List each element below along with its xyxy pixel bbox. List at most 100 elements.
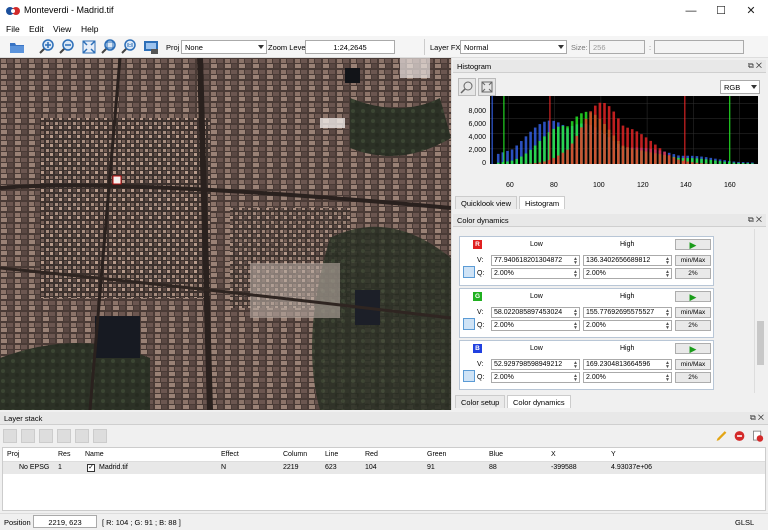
column-header[interactable]: Line	[325, 451, 338, 458]
high-quantile-field[interactable]: 2.00% ▲ ▼	[583, 372, 672, 383]
tab-histogram[interactable]: Histogram	[519, 196, 566, 209]
spin-arrows-icon[interactable]: ▲ ▼	[665, 309, 670, 318]
histogram-bar-green	[520, 156, 523, 164]
column-header[interactable]: X	[551, 451, 556, 458]
min-max-button[interactable]: min/Max	[675, 307, 711, 318]
move-down-icon[interactable]	[39, 429, 53, 443]
low-value-field[interactable]: 52.929798598949212 ▲ ▼	[491, 359, 580, 370]
menu-help[interactable]: Help	[81, 24, 98, 34]
spin-arrows-icon[interactable]: ▲ ▼	[573, 270, 578, 279]
high-value-field[interactable]: 169.2304813664596 ▲ ▼	[583, 359, 672, 370]
apply-channel-button[interactable]: ▶	[675, 343, 711, 354]
dock-controls-icon[interactable]: ⧉ ✕	[748, 215, 762, 225]
high-quantile-field[interactable]: 2.00% ▲ ▼	[583, 320, 672, 331]
remove-all-layers-icon[interactable]	[750, 428, 765, 443]
spin-arrows-icon[interactable]: ▲ ▼	[665, 322, 670, 331]
histogram-mode-select[interactable]: RGB	[720, 80, 760, 94]
column-header[interactable]: Effect	[221, 451, 239, 458]
histogram-plot[interactable]	[490, 96, 762, 164]
histogram-bar-red	[640, 134, 643, 164]
apply-check-icon[interactable]	[93, 429, 107, 443]
min-max-button[interactable]: min/Max	[675, 359, 711, 370]
link-lock-icon[interactable]	[463, 318, 475, 330]
low-quantile-field[interactable]: 2.00% ▲ ▼	[491, 320, 580, 331]
low-value-field[interactable]: 58.022085897453024 ▲ ▼	[491, 307, 580, 318]
link-lock-icon[interactable]	[463, 370, 475, 382]
zoom-full-icon[interactable]	[100, 38, 118, 56]
link-lock-icon[interactable]	[463, 266, 475, 278]
dock-controls-icon[interactable]: ⧉ ✕	[748, 61, 762, 71]
tab-color-dynamics[interactable]: Color dynamics	[507, 395, 571, 408]
color-dynamics-scrollbar[interactable]	[754, 229, 765, 393]
zoom-out-icon[interactable]	[58, 38, 76, 56]
move-up-icon[interactable]	[21, 429, 35, 443]
quantile-2pct-button[interactable]: 2%	[675, 320, 711, 331]
scrollbar-thumb[interactable]	[757, 321, 764, 365]
spin-arrows-icon[interactable]: ▲ ▼	[665, 374, 670, 383]
spin-arrows-icon[interactable]: ▲ ▼	[573, 374, 578, 383]
column-header[interactable]: Y	[611, 451, 616, 458]
q-label: Q:	[477, 322, 485, 329]
move-top-icon[interactable]	[3, 429, 17, 443]
delete-layer-icon[interactable]	[732, 428, 747, 443]
menu-edit[interactable]: Edit	[29, 24, 44, 34]
column-header[interactable]: Column	[283, 451, 307, 458]
layer-visibility-checkbox[interactable]: ✓	[87, 464, 95, 472]
globe-icon[interactable]	[75, 429, 89, 443]
y-tick-0: 8,000	[468, 108, 486, 115]
dock-controls-icon[interactable]: ⧉ ✕	[750, 413, 764, 423]
spin-arrows-icon[interactable]: ▲ ▼	[573, 257, 578, 266]
projection-select[interactable]: None	[181, 40, 267, 54]
quantile-2pct-button[interactable]: 2%	[675, 372, 711, 383]
open-folder-icon[interactable]	[8, 38, 26, 56]
column-header[interactable]: Blue	[489, 451, 503, 458]
histogram-bar-green	[714, 160, 717, 164]
low-quantile-field[interactable]: 2.00% ▲ ▼	[491, 372, 580, 383]
spin-arrows-icon[interactable]: ▲ ▼	[573, 322, 578, 331]
position-field[interactable]: 2219, 623	[33, 515, 97, 528]
table-row[interactable]: No EPSG 1 Madrid.tif N 2219 623 104 91 88 -399588…	[3, 462, 765, 474]
close-button[interactable]: ✕	[736, 0, 766, 22]
apply-channel-button[interactable]: ▶	[675, 239, 711, 250]
size-second-field[interactable]	[654, 40, 744, 54]
satellite-map-view[interactable]	[0, 58, 451, 410]
tab-quicklook-view[interactable]: Quicklook view	[455, 196, 518, 209]
histogram-fit-icon[interactable]	[478, 78, 496, 96]
maximize-button[interactable]: ☐	[706, 0, 736, 22]
spin-arrows-icon[interactable]: ▲ ▼	[665, 361, 670, 370]
high-value-field[interactable]: 136.3402656689812 ▲ ▼	[583, 255, 672, 266]
low-value-field[interactable]: 77.940618201304872 ▲ ▼	[491, 255, 580, 266]
spin-arrows-icon[interactable]: ▲ ▼	[573, 361, 578, 370]
menu-view[interactable]: View	[53, 24, 71, 34]
high-value-field[interactable]: 155.77692695575527 ▲ ▼	[583, 307, 672, 318]
channel-group-g: G Low High ▶ V: 58.022085897453024 ▲ ▼ 155…	[459, 288, 714, 338]
zoom-in-icon[interactable]	[38, 38, 56, 56]
spin-arrows-icon[interactable]: ▲ ▼	[665, 257, 670, 266]
low-quantile-field[interactable]: 2.00% ▲ ▼	[491, 268, 580, 279]
column-header[interactable]: Res	[58, 451, 70, 458]
cell-green: 91	[427, 464, 435, 471]
column-header[interactable]: Red	[365, 451, 378, 458]
size-spinbox[interactable]: 256	[589, 40, 645, 54]
minimize-button[interactable]: —	[676, 0, 706, 22]
min-max-button[interactable]: min/Max	[675, 255, 711, 266]
zoom-extent-icon[interactable]	[80, 38, 98, 56]
quantile-2pct-button[interactable]: 2%	[675, 268, 711, 279]
spin-arrows-icon[interactable]: ▲ ▼	[665, 270, 670, 279]
menu-file[interactable]: File	[6, 24, 20, 34]
screenshot-icon[interactable]	[142, 38, 160, 56]
histogram-zoom-icon[interactable]	[458, 78, 476, 96]
zoom-one-to-one-icon[interactable]	[120, 38, 138, 56]
column-header[interactable]: Proj	[7, 451, 19, 458]
low-value: 77.940618201304872	[494, 257, 563, 264]
apply-channel-button[interactable]: ▶	[675, 291, 711, 302]
high-quantile-field[interactable]: 2.00% ▲ ▼	[583, 268, 672, 279]
column-header[interactable]: Name	[85, 451, 104, 458]
tab-color-setup[interactable]: Color setup	[455, 395, 506, 408]
edit-layer-icon[interactable]	[714, 428, 729, 443]
layer-fx-select[interactable]: Normal	[460, 40, 567, 54]
spin-arrows-icon[interactable]: ▲ ▼	[573, 309, 578, 318]
move-bottom-icon[interactable]	[57, 429, 71, 443]
column-header[interactable]: Green	[427, 451, 446, 458]
zoom-level-field[interactable]: 1:24,2645	[305, 40, 395, 54]
